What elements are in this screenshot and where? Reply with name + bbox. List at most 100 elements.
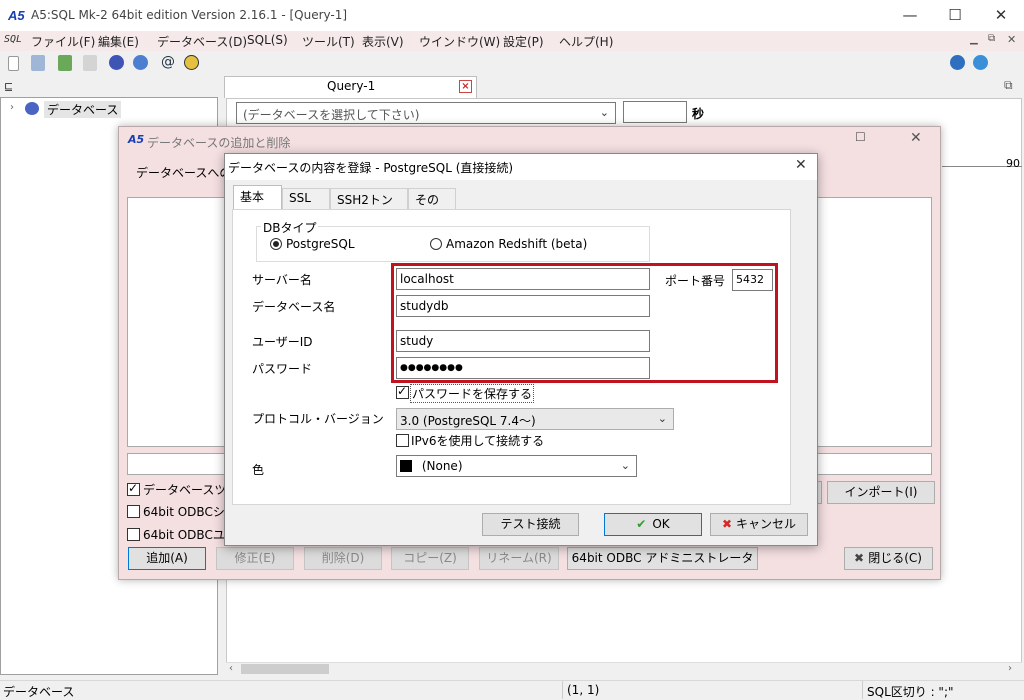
help-icon[interactable] bbox=[950, 55, 965, 70]
menu-item[interactable]: SQL(S) bbox=[247, 33, 288, 47]
database-node-icon bbox=[25, 102, 39, 115]
close-window-button[interactable]: ✕ bbox=[978, 0, 1024, 31]
postgresql-label: PostgreSQL bbox=[286, 237, 355, 251]
redshift-radio[interactable] bbox=[430, 238, 442, 250]
ipv6-checkbox[interactable] bbox=[396, 434, 409, 447]
cancel-x-icon: ✖ bbox=[721, 517, 733, 531]
tree-root-label[interactable]: データベース bbox=[44, 101, 122, 118]
rename-button[interactable]: リネーム(R) bbox=[479, 547, 559, 570]
sql-icon: SQL bbox=[4, 34, 23, 45]
status-left: データベース bbox=[3, 685, 75, 699]
maximize-button[interactable]: ☐ bbox=[932, 0, 978, 31]
save-icon[interactable] bbox=[58, 55, 72, 71]
tab-ssh2-tunnel[interactable]: SSH2トンネル bbox=[330, 188, 408, 224]
checkbox-label: 64bit ODBCユー bbox=[143, 528, 237, 542]
protocol-select[interactable]: 3.0 (PostgreSQL 7.4～) ⌄ bbox=[396, 408, 674, 430]
color-label: 色 bbox=[252, 463, 265, 477]
ok-label: OK bbox=[652, 517, 670, 531]
protocol-label: プロトコル・バージョン bbox=[252, 412, 384, 426]
odbc-admin-button[interactable]: 64bit ODBC アドミニストレータ bbox=[567, 547, 758, 570]
menu-item[interactable]: ファイル(F) bbox=[31, 33, 95, 50]
dialog-close-button[interactable]: ✕ bbox=[910, 130, 922, 146]
postgresql-radio[interactable] bbox=[270, 238, 282, 250]
tab-basic[interactable]: 基本 bbox=[233, 185, 282, 210]
query-tab-label: Query-1 bbox=[327, 79, 376, 93]
password-label: パスワード bbox=[252, 362, 313, 376]
chevron-down-icon: ⌄ bbox=[599, 106, 609, 119]
close-button[interactable]: ✖ 閉じる(C) bbox=[844, 547, 933, 570]
app-logo-icon: A5 bbox=[8, 8, 25, 23]
save-password-checkbox[interactable] bbox=[396, 384, 409, 399]
cancel-button[interactable]: ✖ キャンセル bbox=[710, 513, 808, 536]
color-value: (None) bbox=[421, 459, 463, 473]
db-type-label: DBタイプ bbox=[261, 219, 319, 236]
globe-icon[interactable] bbox=[973, 55, 988, 70]
database-icon[interactable] bbox=[109, 55, 124, 70]
tab-ssl[interactable]: SSL bbox=[282, 188, 330, 209]
server-label: サーバー名 bbox=[252, 273, 312, 287]
status-sql-delimiter: SQL区切り : ";" bbox=[867, 685, 954, 699]
protocol-value: 3.0 (PostgreSQL 7.4～) bbox=[400, 414, 536, 428]
chevron-down-icon: ⌄ bbox=[657, 412, 667, 425]
tree-toggle-icon[interactable]: ⊑ bbox=[4, 80, 13, 93]
tab-close-icon[interactable]: × bbox=[459, 80, 472, 93]
tree-checkbox[interactable] bbox=[127, 481, 140, 496]
mdi-minimize-icon[interactable]: ▁ bbox=[970, 34, 978, 45]
db-register-close-button[interactable]: ✕ bbox=[795, 157, 807, 173]
scroll-left-icon[interactable]: ‹ bbox=[229, 663, 233, 674]
delete-button[interactable]: 削除(D) bbox=[304, 547, 382, 570]
dialog-logo-icon: A5 bbox=[128, 133, 145, 146]
database-label: データベース名 bbox=[252, 300, 336, 314]
at-icon[interactable]: @ bbox=[161, 54, 175, 70]
add-button[interactable]: 追加(A) bbox=[128, 547, 206, 570]
chevron-right-icon[interactable]: › bbox=[10, 102, 14, 113]
status-divider bbox=[862, 681, 863, 699]
ok-button[interactable]: ✔ OK bbox=[604, 513, 702, 536]
odbc-user-checkbox[interactable] bbox=[127, 528, 140, 541]
user-label: ユーザーID bbox=[252, 335, 313, 349]
minimize-button[interactable]: — bbox=[887, 0, 933, 31]
color-select[interactable]: (None) ⌄ bbox=[396, 455, 637, 477]
dialog-maximize-button[interactable]: ☐ bbox=[855, 130, 866, 144]
mdi-close-icon[interactable]: ✕ bbox=[1007, 33, 1016, 46]
chevron-down-icon: ⌄ bbox=[620, 459, 630, 472]
window-title: A5:SQL Mk-2 64bit edition Version 2.16.1… bbox=[31, 8, 348, 22]
copy-icon[interactable] bbox=[83, 55, 97, 71]
menu-item[interactable]: データベース(D) bbox=[157, 33, 247, 50]
menu-item[interactable]: ヘルプ(H) bbox=[559, 33, 613, 50]
menu-item[interactable]: 表示(V) bbox=[362, 33, 404, 50]
edit-button[interactable]: 修正(E) bbox=[216, 547, 294, 570]
test-connection-button[interactable]: テスト接続 bbox=[482, 513, 579, 536]
scrollbar-thumb[interactable] bbox=[241, 664, 329, 674]
menu-item[interactable]: 編集(E) bbox=[98, 33, 139, 50]
highlight-box bbox=[391, 263, 778, 383]
menu-item[interactable]: ツール(T) bbox=[302, 33, 355, 50]
import-button[interactable]: インポート(I) bbox=[827, 481, 935, 504]
copy-button[interactable]: コピー(Z) bbox=[391, 547, 469, 570]
cancel-label: キャンセル bbox=[736, 517, 797, 531]
status-divider bbox=[562, 681, 563, 699]
open-file-icon[interactable] bbox=[31, 55, 45, 71]
redshift-label: Amazon Redshift (beta) bbox=[446, 237, 588, 251]
odbc-system-checkbox[interactable] bbox=[127, 505, 140, 518]
mdi-restore-icon[interactable]: ⧉ bbox=[988, 33, 995, 44]
new-file-icon[interactable] bbox=[8, 56, 19, 71]
database-select[interactable]: (データベースを選択して下さい) ⌄ bbox=[236, 102, 616, 124]
scroll-right-icon[interactable]: › bbox=[1008, 663, 1012, 674]
menu-item[interactable]: 設定(P) bbox=[503, 33, 544, 50]
close-x-icon: ✖ bbox=[854, 551, 865, 565]
seconds-label: 秒 bbox=[692, 107, 705, 121]
clock-icon[interactable] bbox=[184, 55, 199, 70]
timeout-seconds-input[interactable] bbox=[623, 101, 687, 123]
dialog-title: データベースの追加と削除 bbox=[147, 136, 291, 150]
window-list-icon[interactable]: ⧉ bbox=[1004, 78, 1013, 93]
horizontal-scrollbar[interactable] bbox=[226, 662, 1022, 676]
checkbox-label: 64bit ODBCシス bbox=[143, 505, 237, 519]
tab-other[interactable]: その他 bbox=[408, 188, 456, 224]
check-icon: ✔ bbox=[636, 517, 647, 531]
gear-icon[interactable] bbox=[133, 55, 148, 70]
status-position: (1, 1) bbox=[567, 683, 600, 697]
toolbar bbox=[0, 51, 1024, 75]
save-password-label: パスワードを保存する bbox=[410, 384, 535, 403]
menu-item[interactable]: ウインドウ(W) bbox=[419, 33, 500, 50]
